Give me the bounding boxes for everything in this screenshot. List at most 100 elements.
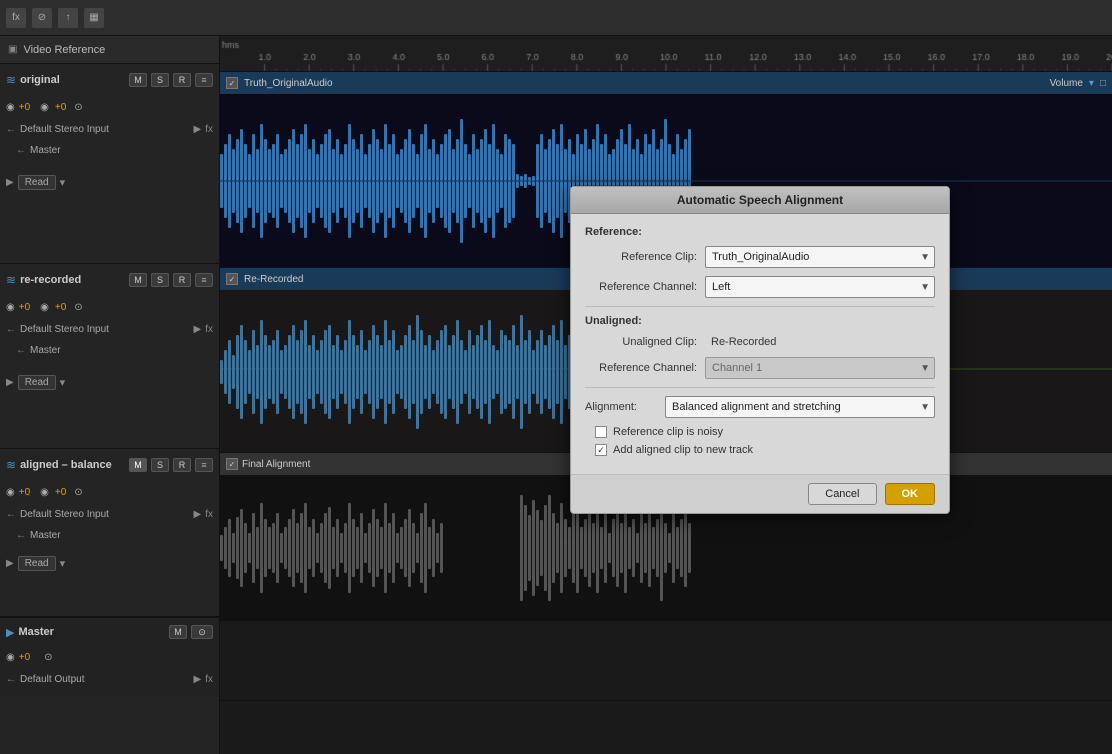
- track1-read-dropdown[interactable]: ▾: [60, 176, 66, 189]
- meter-icon[interactable]: ▦: [84, 8, 104, 28]
- add-clip-checkbox[interactable]: [595, 444, 607, 456]
- track1-volume-icon: ◉: [6, 102, 15, 113]
- video-ref-icon: ▣: [8, 44, 17, 55]
- dialog-separator-2: [585, 387, 935, 388]
- track1-read-button[interactable]: Read: [18, 175, 56, 190]
- track3-r-button[interactable]: R: [173, 458, 191, 472]
- add-clip-checkbox-row: Add aligned clip to new track: [585, 444, 935, 456]
- unaligned-section-label: Unaligned:: [585, 315, 935, 327]
- dialog-buttons: Cancel OK: [571, 474, 949, 513]
- alignment-label: Alignment:: [585, 401, 665, 413]
- reference-clip-dropdown[interactable]: Truth_OriginalAudio ▼: [705, 246, 935, 268]
- track1-corner-icon[interactable]: □: [1100, 78, 1106, 89]
- track2-read-arrow: ▶: [6, 377, 14, 388]
- track1-arrow-right: ←: [16, 145, 26, 156]
- track2-fx-icon[interactable]: fx: [205, 324, 213, 335]
- track1-r-button[interactable]: R: [173, 73, 191, 87]
- unaligned-clip-row: Unaligned Clip: Re-Recorded: [585, 335, 935, 349]
- reference-section-label: Reference:: [585, 226, 935, 238]
- track1-knob-icon: ◉: [40, 102, 49, 113]
- track2-audio-icon: ≋: [6, 273, 16, 287]
- track2-s-button[interactable]: S: [151, 273, 169, 287]
- track3-master: Master: [30, 530, 61, 541]
- master-m-button[interactable]: M: [169, 625, 187, 639]
- track2-headphone-icon: ⊙: [74, 302, 82, 313]
- track1-arrow-left: ←: [6, 124, 16, 135]
- track-aligned: ≋ aligned – balance M S R ≡ ◉ +0 ◉ +0 ⊙ …: [0, 449, 219, 617]
- track2-m-button[interactable]: M: [129, 273, 147, 287]
- track2-read-button[interactable]: Read: [18, 375, 56, 390]
- ok-button[interactable]: OK: [885, 483, 936, 505]
- left-panel: ▣ Video Reference ≋ original M S R ≡ ◉ +…: [0, 36, 220, 754]
- speech-alignment-dialog[interactable]: Automatic Speech Alignment Reference: Re…: [570, 186, 950, 514]
- main-toolbar: fx ⊘ ↑ ▦: [0, 0, 1112, 36]
- track1-volume: +0: [19, 102, 30, 113]
- track1-fx-icon[interactable]: fx: [205, 124, 213, 135]
- reference-channel-value: Left: [712, 281, 928, 293]
- track2-vol2: +0: [55, 302, 66, 313]
- master-volume: +0: [19, 652, 30, 663]
- track1-menu-button[interactable]: ≡: [195, 73, 213, 87]
- noisy-checkbox-row: Reference clip is noisy: [585, 426, 935, 438]
- track1-top-bar: ✓ Truth_OriginalAudio Volume ▾ □: [220, 72, 1112, 94]
- track3-menu-button[interactable]: ≡: [195, 458, 213, 472]
- track-original: ≋ original M S R ≡ ◉ +0 ◉ +0 ⊙ ← Default…: [0, 64, 219, 264]
- unaligned-channel-label: Reference Channel:: [585, 362, 705, 374]
- track1-s-button[interactable]: S: [151, 73, 169, 87]
- track3-vol2: +0: [55, 487, 66, 498]
- video-reference-header: ▣ Video Reference: [0, 36, 219, 64]
- track3-knob-icon: ◉: [40, 487, 49, 498]
- track3-fx-icon[interactable]: fx: [205, 509, 213, 520]
- master-arrow: ←: [6, 674, 16, 685]
- track2-read-dropdown[interactable]: ▾: [60, 376, 66, 389]
- unaligned-channel-value: Channel 1: [712, 362, 928, 374]
- noisy-checkbox-label: Reference clip is noisy: [613, 426, 723, 438]
- track3-input-arrow[interactable]: ▶: [194, 509, 202, 520]
- track2-arrow-left: ←: [6, 324, 16, 335]
- track1-input-arrow[interactable]: ▶: [194, 124, 202, 135]
- track3-name: aligned – balance: [20, 459, 125, 471]
- master-output: Default Output: [20, 674, 190, 685]
- track3-read-dropdown[interactable]: ▾: [60, 557, 66, 570]
- export-icon[interactable]: ↑: [58, 8, 78, 28]
- reference-clip-value: Truth_OriginalAudio: [712, 251, 928, 263]
- unaligned-clip-value: Re-Recorded: [705, 335, 935, 349]
- track1-volume-dropdown-arrow[interactable]: ▾: [1089, 78, 1094, 89]
- alignment-dropdown[interactable]: Balanced alignment and stretching ▼: [665, 396, 935, 418]
- track2-input-arrow[interactable]: ▶: [194, 324, 202, 335]
- track3-read-button[interactable]: Read: [18, 556, 56, 571]
- master-output-arrow[interactable]: ▶: [194, 674, 202, 685]
- track3-input: Default Stereo Input: [20, 509, 190, 520]
- reference-clip-dropdown-arrow: ▼: [920, 252, 930, 263]
- noisy-checkbox[interactable]: [595, 426, 607, 438]
- track3-arrow-right: ←: [16, 530, 26, 541]
- track3-s-button[interactable]: S: [151, 458, 169, 472]
- auto-icon[interactable]: ⊘: [32, 8, 52, 28]
- unaligned-channel-dropdown: Channel 1 ▼: [705, 357, 935, 379]
- track1-clip-marker: ✓: [226, 77, 238, 89]
- track3-clip-name: Final Alignment: [242, 459, 310, 470]
- track1-audio-icon: ≋: [6, 73, 16, 87]
- track1-m-button[interactable]: M: [129, 73, 147, 87]
- track2-menu-button[interactable]: ≡: [195, 273, 213, 287]
- track2-volume-icon: ◉: [6, 302, 15, 313]
- alignment-value: Balanced alignment and stretching: [672, 401, 928, 413]
- master-fx-icon[interactable]: fx: [205, 674, 213, 685]
- reference-channel-dropdown-arrow: ▼: [920, 282, 930, 293]
- alignment-row: Alignment: Balanced alignment and stretc…: [585, 396, 935, 418]
- master-track-area: [220, 621, 1112, 701]
- track3-m-button[interactable]: M: [129, 458, 147, 472]
- cancel-button[interactable]: Cancel: [808, 483, 876, 505]
- track2-arrow-right: ←: [16, 345, 26, 356]
- track2-clip-name: Re-Recorded: [244, 274, 303, 285]
- track2-input: Default Stereo Input: [20, 324, 190, 335]
- track3-volume-icon: ◉: [6, 487, 15, 498]
- track1-input: Default Stereo Input: [20, 124, 190, 135]
- timeline-ruler: hms: [220, 36, 1112, 72]
- track2-r-button[interactable]: R: [173, 273, 191, 287]
- dialog-body: Reference: Reference Clip: Truth_Origina…: [571, 214, 949, 474]
- reference-channel-dropdown[interactable]: Left ▼: [705, 276, 935, 298]
- master-track: ▶ Master M ⊙ ◉ +0 ⊙ ← Default Output ▶ f…: [0, 617, 219, 697]
- fx-icon[interactable]: fx: [6, 8, 26, 28]
- track1-clip-name: Truth_OriginalAudio: [244, 78, 333, 89]
